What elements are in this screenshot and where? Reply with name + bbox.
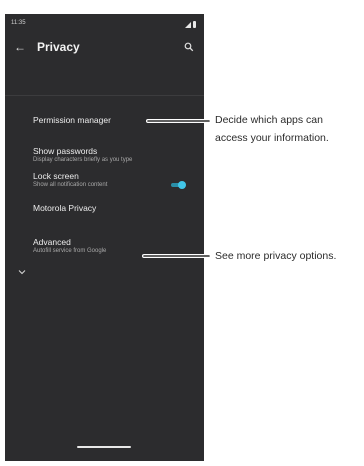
advanced-callout-text: See more privacy options. <box>215 250 337 262</box>
permission-callout-line2: access your information. <box>215 132 329 144</box>
permission-callout-text: Decide which apps can access your inform… <box>215 111 329 147</box>
permission-callout-line1: Decide which apps can <box>215 114 323 126</box>
callout-lines <box>142 119 211 258</box>
